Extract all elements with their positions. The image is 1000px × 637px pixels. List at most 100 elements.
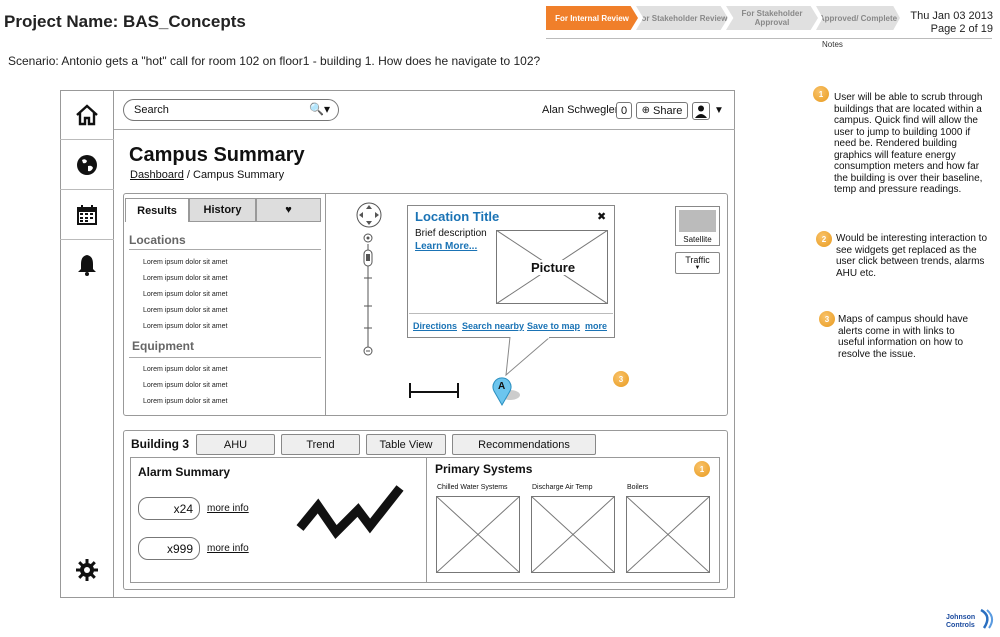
divider bbox=[129, 357, 321, 358]
search-placeholder: Search bbox=[134, 104, 169, 116]
pan-control-icon[interactable] bbox=[355, 201, 383, 234]
note-badge: 3 bbox=[819, 311, 835, 327]
step-stakeholder-review: For Stakeholder Review bbox=[636, 6, 728, 30]
chevron-down-icon: ▼ bbox=[714, 105, 724, 116]
step-internal-review: For Internal Review bbox=[546, 6, 638, 30]
map-marker-label: A bbox=[498, 381, 506, 392]
note-badge: 1 bbox=[813, 86, 829, 102]
system-label: Discharge Air Temp bbox=[532, 484, 593, 491]
map-marker-icon[interactable] bbox=[490, 377, 524, 407]
divider bbox=[129, 249, 321, 250]
system-image-placeholder[interactable] bbox=[531, 496, 615, 573]
system-label: Chilled Water Systems bbox=[437, 484, 508, 491]
popup-pointer bbox=[505, 337, 551, 377]
save-to-map-link[interactable]: Save to map bbox=[527, 321, 580, 331]
map-scale-bar bbox=[409, 383, 459, 398]
satellite-label: Satellite bbox=[683, 235, 712, 244]
notes-label: Notes bbox=[822, 40, 843, 49]
share-button[interactable]: ⊕ Share bbox=[636, 102, 688, 119]
traffic-label: Traffic bbox=[685, 255, 710, 265]
tab-favorites[interactable]: ♥ bbox=[256, 198, 321, 222]
annotation-badge: 1 bbox=[694, 461, 710, 477]
tab-recommendations[interactable]: Recommendations bbox=[452, 434, 596, 455]
bell-icon[interactable] bbox=[60, 240, 114, 290]
location-description: Brief description bbox=[415, 228, 487, 239]
sidebar bbox=[60, 90, 114, 598]
header-divider bbox=[546, 38, 992, 39]
notification-count[interactable]: 0 bbox=[616, 102, 632, 119]
close-icon[interactable]: ✖ bbox=[597, 210, 606, 223]
annotation-badge: 3 bbox=[613, 371, 629, 387]
alarm-summary-heading: Alarm Summary bbox=[138, 465, 231, 479]
more-info-link[interactable]: more info bbox=[207, 503, 249, 514]
alarm-count: x999 bbox=[138, 537, 200, 560]
more-link[interactable]: more bbox=[585, 321, 607, 331]
globe-icon[interactable] bbox=[60, 140, 114, 190]
equipment-heading: Equipment bbox=[132, 339, 194, 353]
learn-more-link[interactable]: Learn More... bbox=[415, 241, 477, 252]
tab-underline bbox=[189, 221, 321, 222]
tab-results[interactable]: Results bbox=[125, 198, 189, 222]
tab-trend[interactable]: Trend bbox=[281, 434, 360, 455]
step-approved: Approved/ Complete bbox=[816, 6, 900, 30]
list-item[interactable]: Lorem ipsum dolor sit amet bbox=[143, 259, 227, 266]
list-item[interactable]: Lorem ipsum dolor sit amet bbox=[143, 366, 227, 373]
gear-icon[interactable] bbox=[60, 545, 114, 595]
brand-line: Johnson bbox=[946, 614, 976, 621]
step-stakeholder-approval: For Stakeholder Approval bbox=[726, 6, 818, 30]
list-item[interactable]: Lorem ipsum dolor sit amet bbox=[143, 323, 227, 330]
system-label: Boilers bbox=[627, 484, 649, 491]
note-text: User will be able to scrub through build… bbox=[834, 92, 983, 195]
avatar-icon bbox=[692, 101, 710, 120]
project-title: Project Name: BAS_Concepts bbox=[4, 12, 246, 31]
note-text: Would be interesting interaction to see … bbox=[836, 233, 988, 279]
satellite-toggle[interactable]: Satellite bbox=[675, 206, 720, 246]
user-menu[interactable]: ▼ bbox=[692, 101, 724, 120]
locations-heading: Locations bbox=[129, 233, 186, 247]
page-number: Page 2 of 19 bbox=[930, 23, 993, 35]
building-name: Building 3 bbox=[131, 437, 189, 451]
plus-icon: ⊕ bbox=[641, 105, 651, 116]
list-item[interactable]: Lorem ipsum dolor sit amet bbox=[143, 275, 227, 282]
traffic-dropdown[interactable]: Traffic ▼ bbox=[675, 252, 720, 274]
user-name: Alan Schwegler bbox=[542, 104, 619, 116]
page-title: Campus Summary bbox=[129, 144, 305, 166]
search-nearby-link[interactable]: Search nearby bbox=[462, 321, 524, 331]
zoom-slider[interactable] bbox=[361, 232, 375, 363]
divider bbox=[426, 457, 427, 583]
system-image-placeholder[interactable] bbox=[436, 496, 520, 573]
scenario-text: Scenario: Antonio gets a "hot" call for … bbox=[8, 54, 541, 68]
home-icon[interactable] bbox=[60, 90, 114, 140]
calendar-icon[interactable] bbox=[60, 190, 114, 240]
heart-icon: ♥ bbox=[285, 204, 292, 216]
note-badge: 2 bbox=[816, 231, 832, 247]
share-label: Share bbox=[653, 104, 683, 117]
list-item[interactable]: Lorem ipsum dolor sit amet bbox=[143, 398, 227, 405]
directions-link[interactable]: Directions bbox=[413, 321, 457, 331]
breadcrumb-dashboard-link[interactable]: Dashboard bbox=[130, 169, 184, 181]
tab-table-view[interactable]: Table View bbox=[366, 434, 446, 455]
tab-history[interactable]: History bbox=[189, 198, 256, 222]
johnson-controls-logo: Johnson Controls bbox=[946, 614, 975, 630]
list-item[interactable]: Lorem ipsum dolor sit amet bbox=[143, 382, 227, 389]
alarm-count: x24 bbox=[138, 497, 200, 520]
tab-ahu[interactable]: AHU bbox=[196, 434, 275, 455]
system-image-placeholder[interactable] bbox=[626, 496, 710, 573]
chevron-down-icon: ▼ bbox=[694, 265, 701, 271]
satellite-thumbnail bbox=[679, 210, 716, 232]
search-input[interactable]: Search 🔍▾ bbox=[123, 99, 339, 121]
list-item[interactable]: Lorem ipsum dolor sit amet bbox=[143, 307, 227, 314]
primary-systems-heading: Primary Systems bbox=[435, 462, 533, 476]
johnson-controls-mark-icon bbox=[980, 608, 993, 629]
list-item[interactable]: Lorem ipsum dolor sit amet bbox=[143, 291, 227, 298]
more-info-link[interactable]: more info bbox=[207, 543, 249, 554]
search-icon[interactable]: 🔍▾ bbox=[309, 102, 330, 116]
date-text: Thu Jan 03 2013 bbox=[910, 10, 993, 22]
breadcrumb: Dashboard / Campus Summary bbox=[130, 169, 284, 181]
trend-sparkline bbox=[296, 485, 404, 539]
breadcrumb-current: / Campus Summary bbox=[183, 169, 285, 181]
location-picture: Picture bbox=[496, 230, 608, 304]
divider bbox=[409, 313, 613, 314]
note-text: Maps of campus should have alerts come i… bbox=[838, 314, 969, 360]
location-title: Location Title bbox=[415, 209, 500, 224]
